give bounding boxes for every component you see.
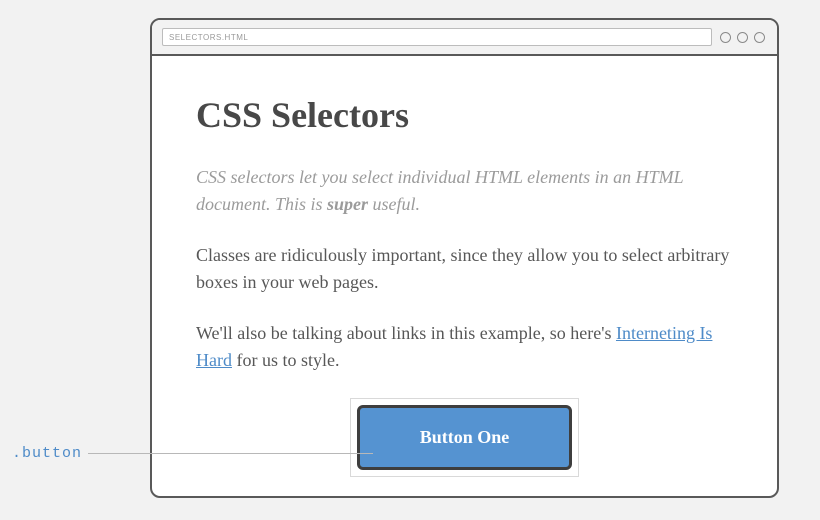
annotation-line <box>88 453 373 454</box>
browser-window: SELECTORS.HTML CSS Selectors CSS selecto… <box>150 18 779 498</box>
button-container: Button One <box>196 398 733 477</box>
intro-paragraph: CSS selectors let you select individual … <box>196 164 733 218</box>
page-title: CSS Selectors <box>196 88 733 142</box>
intro-strong: super <box>327 194 368 214</box>
maximize-icon[interactable] <box>737 32 748 43</box>
selector-annotation: .button <box>12 445 373 462</box>
close-icon[interactable] <box>754 32 765 43</box>
paragraph-classes: Classes are ridiculously important, sinc… <box>196 242 733 296</box>
button-highlight-box: Button One <box>350 398 580 477</box>
browser-titlebar: SELECTORS.HTML <box>152 20 777 56</box>
window-controls <box>720 32 767 43</box>
annotation-label: .button <box>12 445 82 462</box>
paragraph-links: We'll also be talking about links in thi… <box>196 320 733 374</box>
button-one[interactable]: Button One <box>357 405 573 470</box>
minimize-icon[interactable] <box>720 32 731 43</box>
para2-pre: We'll also be talking about links in thi… <box>196 323 616 343</box>
url-text: SELECTORS.HTML <box>169 33 248 42</box>
page-content: CSS Selectors CSS selectors let you sele… <box>152 56 777 498</box>
url-bar[interactable]: SELECTORS.HTML <box>162 28 712 46</box>
para2-post: for us to style. <box>232 350 340 370</box>
intro-text-post: useful. <box>368 194 420 214</box>
intro-text-pre: CSS selectors let you select individual … <box>196 167 683 214</box>
